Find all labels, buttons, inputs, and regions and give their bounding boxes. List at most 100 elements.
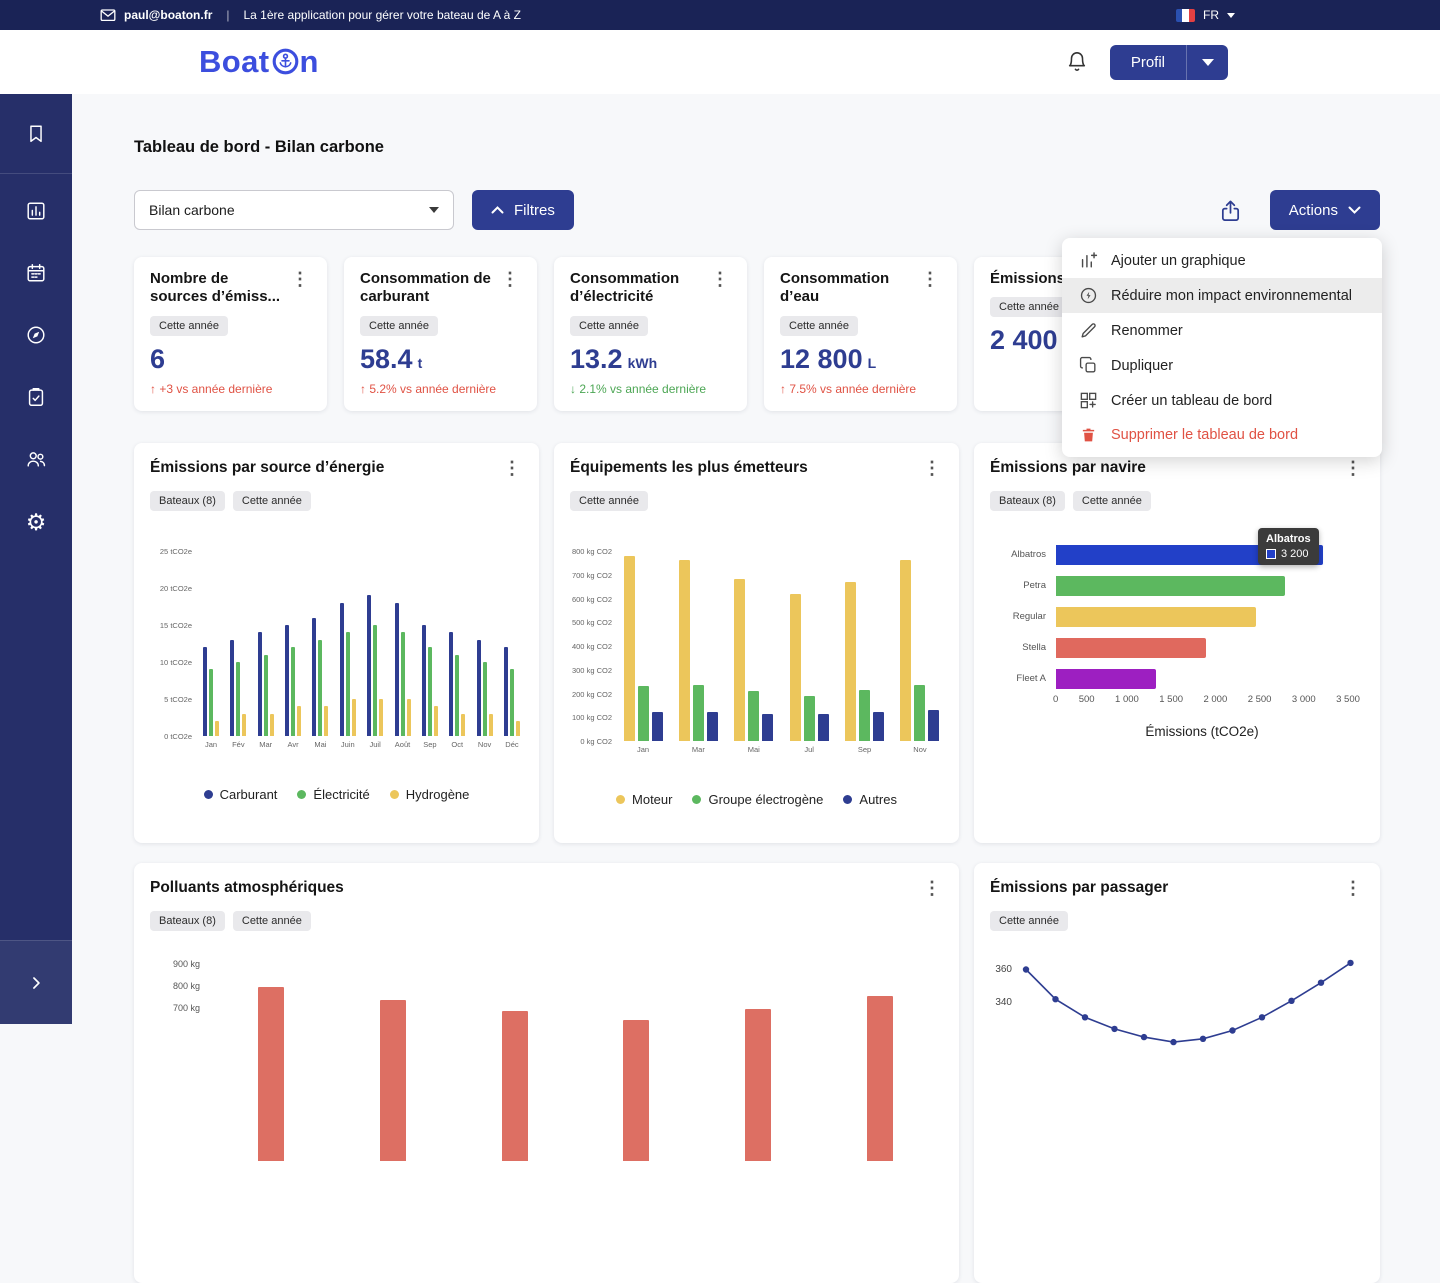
- x-tick-label: 2 000: [1203, 694, 1227, 705]
- boats-badge: Bateaux (8): [150, 911, 225, 931]
- chevron-down-icon: [1227, 13, 1235, 18]
- y-tick-label: 200 kg CO2: [572, 690, 612, 699]
- bar: [867, 996, 893, 1161]
- menu-item-create-dashboard[interactable]: Créer un tableau de bord: [1062, 383, 1382, 418]
- kpi-unit: kWh: [628, 355, 658, 371]
- tooltip-swatch: [1266, 549, 1276, 559]
- bar-group: [258, 963, 284, 1161]
- sidebar-item-analytics[interactable]: [25, 200, 47, 222]
- kebab-menu-icon[interactable]: ⋮: [919, 270, 941, 307]
- chart-title: Émissions par passager: [990, 879, 1342, 897]
- period-badge: Cette année: [570, 316, 648, 336]
- sidebar-expand-button[interactable]: [0, 940, 72, 1024]
- bar: [623, 1020, 649, 1161]
- x-tick-label: Août: [395, 740, 410, 749]
- sidebar: ⚙: [0, 94, 72, 1024]
- add-chart-icon: [1079, 251, 1098, 270]
- bar: [679, 560, 690, 741]
- menu-item-rename[interactable]: Renommer: [1062, 313, 1382, 348]
- kebab-menu-icon[interactable]: ⋮: [499, 270, 521, 307]
- menu-item-delete-dashboard[interactable]: Supprimer le tableau de bord: [1062, 418, 1382, 452]
- profile-caret-button[interactable]: [1186, 45, 1228, 80]
- bottom-row: Polluants atmosphériques⋮ Bateaux (8) Ce…: [134, 863, 1380, 1283]
- kpi-value: 2 400: [990, 325, 1058, 356]
- bar-group: Jan: [622, 551, 664, 754]
- y-tick-label: 600 kg CO2: [572, 595, 612, 604]
- bar: [734, 579, 745, 741]
- kebab-menu-icon[interactable]: ⋮: [501, 459, 523, 477]
- pollutants-bar-chart: 900 kg800 kg700 kg: [150, 955, 943, 1161]
- sidebar-item-bookmark[interactable]: [0, 94, 72, 174]
- bar: [745, 1009, 771, 1161]
- bar: [236, 662, 240, 736]
- y-tick-label: Regular: [990, 611, 1046, 622]
- kpi-card-emission-sources: Nombre de sources d’émiss...⋮ Cette anné…: [134, 257, 327, 411]
- kebab-menu-icon[interactable]: ⋮: [921, 459, 943, 477]
- profile-split-button[interactable]: Profil: [1110, 45, 1228, 80]
- bar-group: Nov: [476, 551, 494, 749]
- kpi-title: Consommation d’eau: [780, 270, 919, 307]
- language-selector[interactable]: FR: [1176, 8, 1235, 22]
- chart-legend: MoteurGroupe électrogèneAutres: [570, 792, 943, 807]
- x-tick-label: Nov: [478, 740, 491, 749]
- menu-item-reduce-impact[interactable]: Réduire mon impact environnemental: [1062, 278, 1382, 313]
- bar: [434, 706, 438, 736]
- kpi-card-fuel: Consommation de carburant⋮ Cette année 5…: [344, 257, 537, 411]
- bar: [258, 987, 284, 1161]
- dashboard-select[interactable]: Bilan carbone: [134, 190, 454, 230]
- sidebar-item-calendar[interactable]: [25, 262, 47, 284]
- y-tick-label: 5 tCO2e: [164, 695, 192, 704]
- bar-group: Juil: [366, 551, 384, 749]
- kpi-title: Consommation d’électricité: [570, 270, 709, 307]
- y-axis: 360340: [990, 947, 1020, 1097]
- actions-button[interactable]: Actions: [1270, 190, 1380, 230]
- anchor-icon: [272, 48, 299, 75]
- bar: [270, 714, 274, 736]
- sidebar-item-navigation[interactable]: [25, 324, 47, 346]
- bar: [1056, 607, 1256, 627]
- x-tick-label: Mar: [692, 745, 705, 754]
- bar: [373, 625, 377, 736]
- filters-label: Filtres: [514, 202, 555, 219]
- x-tick-label: 1 000: [1115, 694, 1139, 705]
- export-share-icon[interactable]: [1219, 199, 1242, 222]
- kpi-card-electricity: Consommation d’électricité⋮ Cette année …: [554, 257, 747, 411]
- boaton-logo[interactable]: Boat n: [199, 44, 319, 80]
- kebab-menu-icon[interactable]: ⋮: [1342, 459, 1364, 477]
- bar-group: [623, 963, 649, 1161]
- kebab-menu-icon[interactable]: ⋮: [289, 270, 311, 307]
- chart-card-ships: Émissions par navire⋮ Bateaux (8) Cette …: [974, 443, 1380, 843]
- mail-icon: [100, 9, 116, 22]
- period-badge: Cette année: [360, 316, 438, 336]
- kebab-menu-icon[interactable]: ⋮: [1342, 879, 1364, 897]
- bar: [352, 699, 356, 736]
- bar: [859, 690, 870, 741]
- bar: [242, 714, 246, 736]
- notifications-bell-icon[interactable]: [1066, 51, 1088, 73]
- sidebar-item-checklist[interactable]: [25, 386, 47, 408]
- menu-item-label: Créer un tableau de bord: [1111, 393, 1272, 409]
- x-tick-label: 3 500: [1336, 694, 1360, 705]
- hbar-row: Stella: [990, 632, 1364, 663]
- chevron-down-icon: [1348, 206, 1361, 214]
- bookmark-icon: [25, 123, 47, 145]
- bar: [230, 640, 234, 736]
- x-tick-label: Jul: [804, 745, 814, 754]
- menu-item-duplicate[interactable]: Dupliquer: [1062, 348, 1382, 383]
- y-tick-label: 700 kg CO2: [572, 571, 612, 580]
- y-tick-label: 10 tCO2e: [160, 658, 192, 667]
- kebab-menu-icon[interactable]: ⋮: [709, 270, 731, 307]
- x-tick-label: Juil: [370, 740, 381, 749]
- sidebar-item-settings[interactable]: ⚙: [26, 510, 47, 534]
- menu-item-add-chart[interactable]: Ajouter un graphique: [1062, 243, 1382, 278]
- bar-group: Mai: [311, 551, 329, 749]
- filters-button[interactable]: Filtres: [472, 190, 574, 230]
- bar: [258, 632, 262, 736]
- sidebar-item-crew[interactable]: [24, 448, 48, 470]
- user-email[interactable]: paul@boaton.fr: [124, 8, 212, 22]
- profile-button[interactable]: Profil: [1110, 45, 1186, 80]
- legend-label: Autres: [859, 792, 897, 807]
- dashboard-grid-icon: [1079, 391, 1098, 410]
- dashboard-select-value: Bilan carbone: [149, 202, 235, 218]
- kebab-menu-icon[interactable]: ⋮: [921, 879, 943, 897]
